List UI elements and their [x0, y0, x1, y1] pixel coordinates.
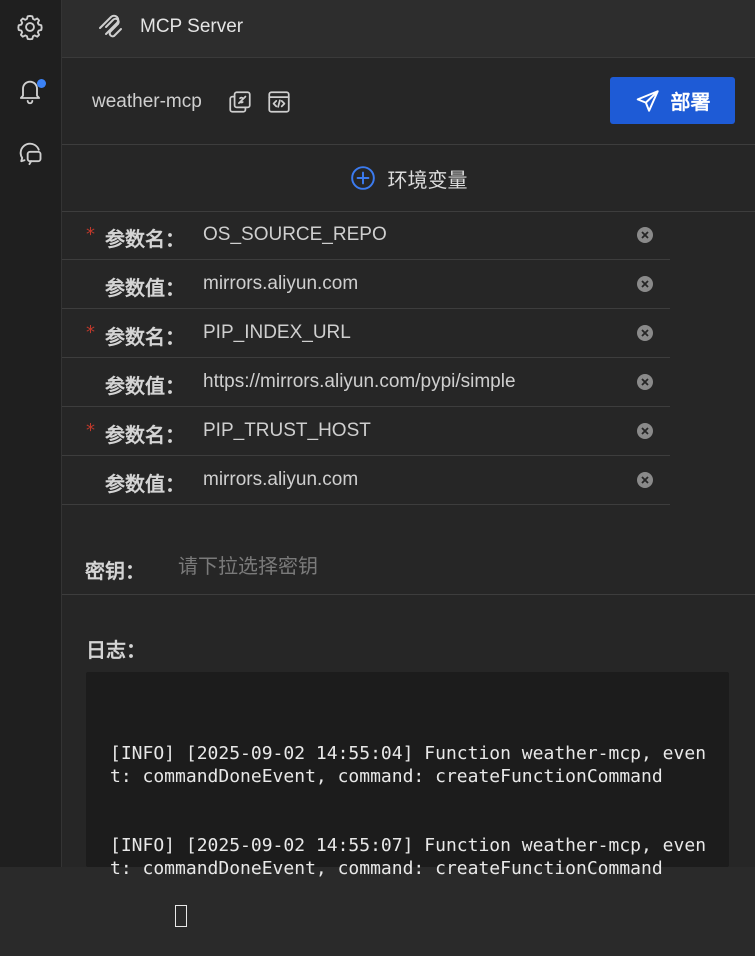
- log-line: [INFO] [2025-09-02 14:55:04] Function we…: [110, 743, 707, 787]
- param-label: 参数值：: [105, 472, 185, 496]
- param-label: 参数名：: [105, 227, 185, 251]
- required-star: *: [86, 420, 95, 441]
- log-line: [INFO] [2025-09-02 14:55:07] Function we…: [110, 835, 707, 879]
- clear-icon[interactable]: [636, 275, 654, 293]
- server-header: weather-mcp 部署: [62, 58, 755, 144]
- clear-icon[interactable]: [636, 422, 654, 440]
- param-value[interactable]: OS_SOURCE_REPO: [203, 224, 387, 246]
- param-name-row: * 参数名： PIP_TRUST_HOST: [62, 407, 670, 456]
- required-star: *: [86, 224, 95, 245]
- terminal-cursor: [175, 905, 188, 927]
- log-label: 日志：: [86, 638, 146, 662]
- main-panel: weather-mcp 部署 环境变量 * 参数名： OS_SOURCE_REP…: [62, 58, 755, 927]
- bell-icon[interactable]: [16, 77, 46, 105]
- env-label: 环境变量: [387, 167, 468, 192]
- clear-icon[interactable]: [636, 226, 654, 244]
- deploy-button[interactable]: 部署: [610, 77, 735, 124]
- required-star: *: [86, 322, 95, 343]
- code-icon[interactable]: [266, 89, 292, 115]
- param-name-row: * 参数名： OS_SOURCE_REPO: [62, 211, 670, 260]
- copy-icon[interactable]: [227, 89, 253, 115]
- param-label: 参数值：: [105, 374, 185, 398]
- top-bar: MCP Server: [62, 0, 755, 58]
- notification-dot: [37, 79, 46, 88]
- param-value-row: 参数值： https://mirrors.aliyun.com/pypi/sim…: [62, 358, 670, 407]
- param-name-row: * 参数名： PIP_INDEX_URL: [62, 309, 670, 358]
- secret-row: 密钥：: [62, 538, 755, 595]
- server-name: weather-mcp: [92, 91, 202, 112]
- param-value[interactable]: PIP_TRUST_HOST: [203, 420, 371, 442]
- secret-label: 密钥：: [85, 559, 145, 583]
- deploy-label: 部署: [670, 90, 711, 114]
- send-icon: [636, 89, 659, 112]
- param-value[interactable]: mirrors.aliyun.com: [203, 273, 358, 295]
- clear-icon[interactable]: [636, 324, 654, 342]
- env-params: * 参数名： OS_SOURCE_REPO 参数值： mirrors.aliyu…: [62, 211, 670, 505]
- gear-icon[interactable]: [16, 13, 44, 41]
- plus-circle-icon: [350, 166, 375, 190]
- param-label: 参数名：: [105, 325, 185, 349]
- add-env-button[interactable]: 环境变量: [62, 144, 755, 212]
- secret-select[interactable]: [172, 550, 584, 582]
- left-sidebar: [0, 0, 62, 867]
- clear-icon[interactable]: [636, 373, 654, 391]
- param-value-row: 参数值： mirrors.aliyun.com: [62, 260, 670, 309]
- app-title: MCP Server: [140, 16, 244, 37]
- param-label: 参数值：: [105, 276, 185, 300]
- mcp-logo-icon: [96, 13, 126, 43]
- clear-icon[interactable]: [636, 471, 654, 489]
- chat-icon[interactable]: [16, 139, 44, 167]
- log-output[interactable]: [INFO] [2025-09-02 14:55:04] Function we…: [86, 672, 729, 927]
- param-value[interactable]: https://mirrors.aliyun.com/pypi/simple: [203, 371, 516, 393]
- param-value-row: 参数值： mirrors.aliyun.com: [62, 456, 670, 505]
- param-label: 参数名：: [105, 423, 185, 447]
- param-value[interactable]: mirrors.aliyun.com: [203, 469, 358, 491]
- param-value[interactable]: PIP_INDEX_URL: [203, 322, 351, 344]
